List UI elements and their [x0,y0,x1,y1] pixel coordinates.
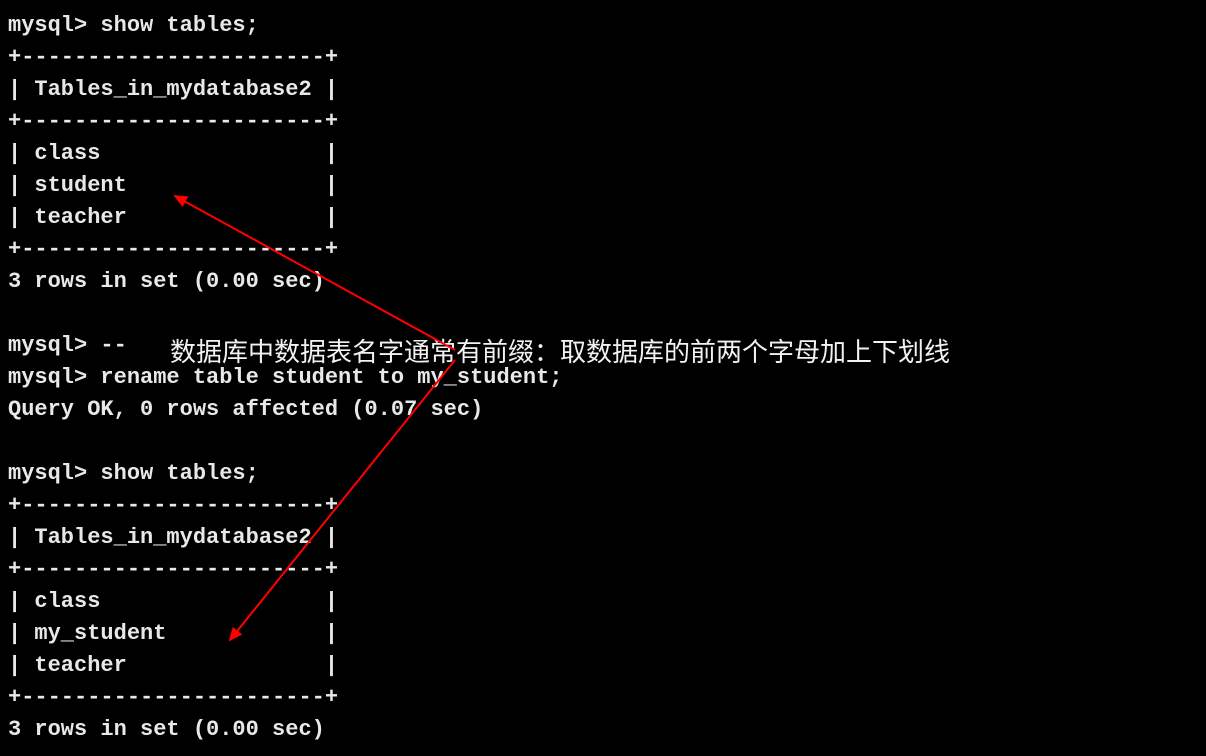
cmd-show-tables-2: mysql> show tables; [8,461,259,486]
table-border: +-----------------------+ [8,45,338,70]
terminal-output[interactable]: mysql> show tables; +-------------------… [0,0,1206,756]
result-count-1: 3 rows in set (0.00 sec) [8,269,325,294]
table-border: +-----------------------+ [8,109,338,134]
table-border: +-----------------------+ [8,557,338,582]
table-row-teacher-1: | teacher | [8,205,338,230]
table-row-student: | student | [8,173,338,198]
annotation-text: 数据库中数据表名字通常有前缀：取数据库的前两个字母加上下划线 [170,332,950,369]
result-count-2: 3 rows in set (0.00 sec) [8,717,325,742]
table-border: +-----------------------+ [8,493,338,518]
table-row-teacher-2: | teacher | [8,653,338,678]
terminal-window[interactable]: mysql> show tables; +-------------------… [0,0,1206,756]
query-ok: Query OK, 0 rows affected (0.07 sec) [8,397,483,422]
table-border: +-----------------------+ [8,685,338,710]
cmd-comment: mysql> -- [8,333,140,358]
table-border: +-----------------------+ [8,237,338,262]
table-row-class-1: | class | [8,141,338,166]
cmd-show-tables-1: mysql> show tables; [8,13,259,38]
table-row-my-student: | my_student | [8,621,338,646]
table-row-class-2: | class | [8,589,338,614]
table-header-1: | Tables_in_mydatabase2 | [8,77,338,102]
table-header-2: | Tables_in_mydatabase2 | [8,525,338,550]
